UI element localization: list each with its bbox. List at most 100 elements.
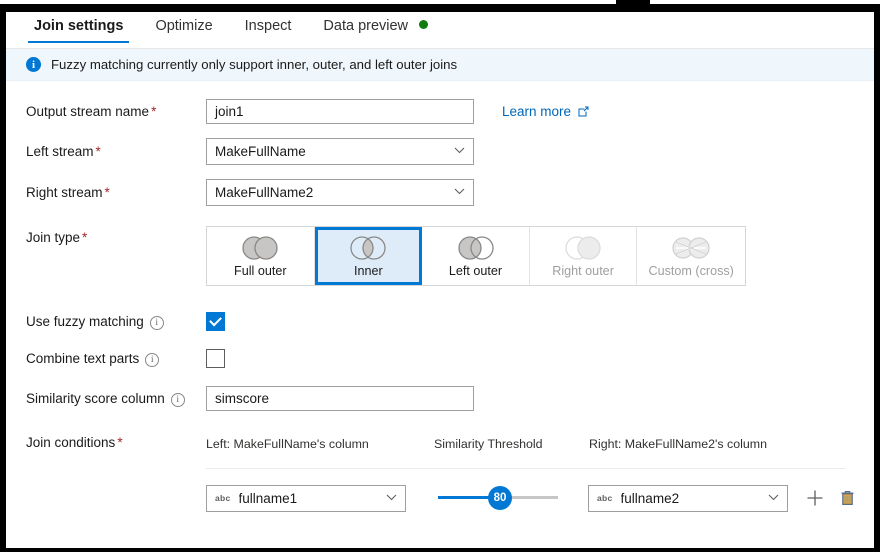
tab-optimize-label: Optimize: [155, 18, 213, 34]
use-fuzzy-matching-label: Use fuzzy matching i: [26, 314, 206, 330]
device-frame-bottom: [0, 548, 880, 552]
use-fuzzy-matching-label-text: Use fuzzy matching: [26, 313, 144, 329]
join-type-option-inner[interactable]: Inner: [314, 227, 423, 285]
output-stream-label-text: Output stream name: [26, 104, 150, 119]
device-frame-top: [0, 4, 880, 12]
screenshot-frame: Join settings Optimize Inspect Data prev…: [0, 0, 880, 552]
left-stream-label-text: Left stream: [26, 144, 94, 159]
combine-text-parts-label: Combine text parts i: [26, 351, 206, 367]
venn-full-outer-icon: [236, 235, 284, 261]
output-stream-label: Output stream name *: [26, 104, 206, 119]
venn-inner-icon: [344, 235, 392, 261]
join-type-option-inner-label: Inner: [354, 263, 383, 278]
join-type-option-right-outer-label: Right outer: [552, 263, 614, 278]
chevron-down-icon: [768, 493, 779, 504]
tab-optimize[interactable]: Optimize: [145, 12, 222, 43]
info-circle-icon[interactable]: i: [149, 315, 164, 330]
tab-join-settings[interactable]: Join settings: [24, 12, 133, 43]
right-stream-value: MakeFullName2: [215, 185, 314, 200]
required-asterisk: *: [95, 144, 101, 159]
left-stream-dropdown[interactable]: MakeFullName: [206, 138, 474, 165]
join-settings-panel: Join settings Optimize Inspect Data prev…: [6, 12, 874, 548]
left-column-value: fullname1: [238, 490, 298, 506]
right-stream-dropdown[interactable]: MakeFullName2: [206, 179, 474, 206]
cross-join-icon: [667, 235, 715, 261]
combine-text-parts-label-text: Combine text parts: [26, 350, 140, 366]
plus-icon: [806, 489, 824, 507]
venn-left-outer-icon: [452, 235, 500, 261]
abc-type-icon: abc: [597, 493, 613, 503]
right-stream-label: Right stream *: [26, 185, 206, 200]
left-stream-row: Left stream * MakeFullName: [6, 138, 874, 165]
use-fuzzy-matching-checkbox[interactable]: [206, 312, 225, 331]
join-conditions-label-text: Join conditions: [26, 435, 116, 450]
required-asterisk: *: [117, 435, 123, 450]
required-asterisk: *: [151, 104, 157, 119]
combine-text-parts-checkbox[interactable]: [206, 349, 225, 368]
join-settings-form: Output stream name * join1 Learn more Le…: [6, 81, 874, 513]
learn-more-link[interactable]: Learn more: [502, 104, 590, 119]
info-circle-icon[interactable]: i: [170, 392, 185, 407]
column-header-left: Left: MakeFullName's column: [206, 437, 369, 451]
right-stream-row: Right stream * MakeFullName2: [6, 179, 874, 206]
similarity-score-column-value: simscore: [215, 391, 270, 406]
tab-join-settings-label: Join settings: [34, 18, 124, 34]
column-header-middle: Similarity Threshold: [434, 437, 543, 451]
output-stream-value: join1: [215, 104, 244, 119]
similarity-score-column-label-text: Similarity score column: [26, 390, 165, 406]
venn-right-outer-icon: [559, 235, 607, 261]
join-conditions-header: Join conditions * Left: MakeFullName's co…: [6, 435, 874, 451]
right-column-value: fullname2: [620, 490, 680, 506]
external-link-icon: [577, 105, 590, 118]
similarity-score-column-label: Similarity score column i: [26, 391, 206, 407]
chevron-down-icon: [454, 146, 465, 157]
join-type-option-custom-cross[interactable]: Custom (cross): [637, 227, 745, 285]
add-join-condition-button[interactable]: [802, 485, 828, 511]
abc-type-icon: abc: [215, 493, 231, 503]
join-type-option-left-outer-label: Left outer: [448, 263, 503, 278]
join-type-label-text: Join type: [26, 230, 81, 245]
status-dot-icon: [419, 20, 429, 29]
left-stream-value: MakeFullName: [215, 144, 306, 159]
info-banner-text: Fuzzy matching currently only support in…: [51, 57, 458, 72]
delete-join-condition-button[interactable]: [834, 485, 860, 511]
info-circle-icon[interactable]: i: [145, 352, 160, 367]
info-banner: i Fuzzy matching currently only support …: [6, 49, 874, 81]
tab-inspect[interactable]: Inspect: [235, 12, 302, 43]
join-conditions-divider: [206, 468, 846, 469]
required-asterisk: *: [82, 230, 88, 245]
tab-data-preview[interactable]: Data preview: [313, 12, 438, 43]
right-column-dropdown[interactable]: abc fullname2: [588, 484, 788, 512]
join-type-label: Join type *: [26, 226, 206, 245]
join-type-row: Join type * Full outer Inner Left outer …: [6, 226, 874, 286]
left-stream-label: Left stream *: [26, 144, 206, 159]
join-conditions-label: Join conditions *: [26, 435, 206, 450]
similarity-score-column-input[interactable]: simscore: [206, 386, 474, 411]
use-fuzzy-matching-row: Use fuzzy matching i: [6, 312, 874, 331]
right-stream-label-text: Right stream: [26, 185, 103, 200]
tab-inspect-label: Inspect: [244, 18, 292, 34]
join-type-selector: Full outer Inner Left outer Right outer …: [206, 226, 746, 286]
trash-icon: [839, 489, 856, 507]
similarity-threshold-slider[interactable]: 80: [438, 483, 558, 513]
join-type-option-left-outer[interactable]: Left outer: [422, 227, 530, 285]
chevron-down-icon: [386, 493, 397, 504]
output-stream-input[interactable]: join1: [206, 99, 474, 124]
learn-more-label: Learn more: [502, 104, 572, 119]
similarity-score-column-row: Similarity score column i simscore: [6, 386, 874, 411]
device-frame-right: [874, 4, 880, 550]
combine-text-parts-row: Combine text parts i: [6, 349, 874, 368]
similarity-threshold-value: 80: [493, 492, 507, 504]
info-icon: i: [26, 57, 41, 72]
left-column-dropdown[interactable]: abc fullname1: [206, 484, 406, 512]
join-type-option-full-outer[interactable]: Full outer: [207, 227, 315, 285]
column-header-right: Right: MakeFullName2's column: [589, 437, 767, 451]
chevron-down-icon: [454, 187, 465, 198]
output-stream-row: Output stream name * join1 Learn more: [6, 99, 874, 124]
panel-tab-bar: Join settings Optimize Inspect Data prev…: [6, 12, 874, 49]
tab-data-preview-label: Data preview: [323, 18, 409, 34]
slider-thumb[interactable]: 80: [488, 486, 512, 510]
join-type-option-right-outer[interactable]: Right outer: [529, 227, 638, 285]
join-condition-row: abc fullname1 80 abc fullname2: [6, 483, 874, 513]
join-conditions-column-headers: Left: MakeFullName's column Similarity T…: [206, 435, 809, 451]
